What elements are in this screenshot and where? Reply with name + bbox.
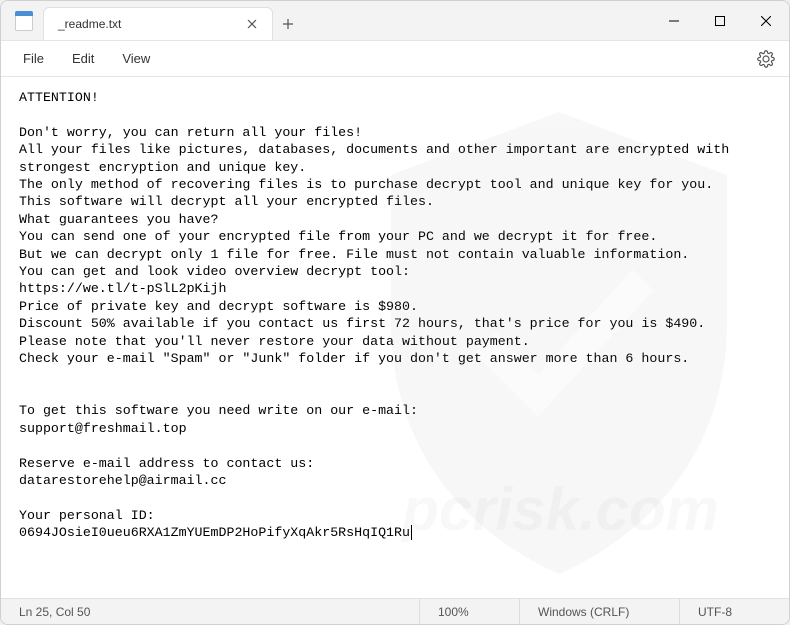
titlebar: _readme.txt bbox=[1, 1, 789, 41]
tab[interactable]: _readme.txt bbox=[43, 7, 273, 40]
text-caret bbox=[411, 525, 412, 540]
menu-edit[interactable]: Edit bbox=[58, 45, 108, 72]
menu-file[interactable]: File bbox=[9, 45, 58, 72]
document-text: ATTENTION! Don't worry, you can return a… bbox=[19, 90, 737, 540]
status-zoom: 100% bbox=[419, 599, 519, 624]
menubar: File Edit View bbox=[1, 41, 789, 77]
close-tab-icon[interactable] bbox=[242, 14, 262, 34]
tab-title: _readme.txt bbox=[58, 17, 242, 31]
minimize-button[interactable] bbox=[651, 1, 697, 40]
editor-content[interactable]: ATTENTION! Don't worry, you can return a… bbox=[1, 77, 789, 598]
notepad-window: _readme.txt File Edit View bbox=[0, 0, 790, 625]
maximize-button[interactable] bbox=[697, 1, 743, 40]
gear-icon bbox=[757, 50, 775, 68]
app-icon bbox=[1, 1, 37, 40]
window-close-button[interactable] bbox=[743, 1, 789, 40]
menu-view[interactable]: View bbox=[108, 45, 164, 72]
notepad-icon bbox=[15, 11, 33, 31]
status-position: Ln 25, Col 50 bbox=[1, 599, 419, 624]
window-controls bbox=[651, 1, 789, 40]
settings-button[interactable] bbox=[751, 44, 781, 74]
statusbar: Ln 25, Col 50 100% Windows (CRLF) UTF-8 bbox=[1, 598, 789, 624]
new-tab-button[interactable] bbox=[273, 7, 303, 40]
status-line-ending: Windows (CRLF) bbox=[519, 599, 679, 624]
status-encoding: UTF-8 bbox=[679, 599, 789, 624]
